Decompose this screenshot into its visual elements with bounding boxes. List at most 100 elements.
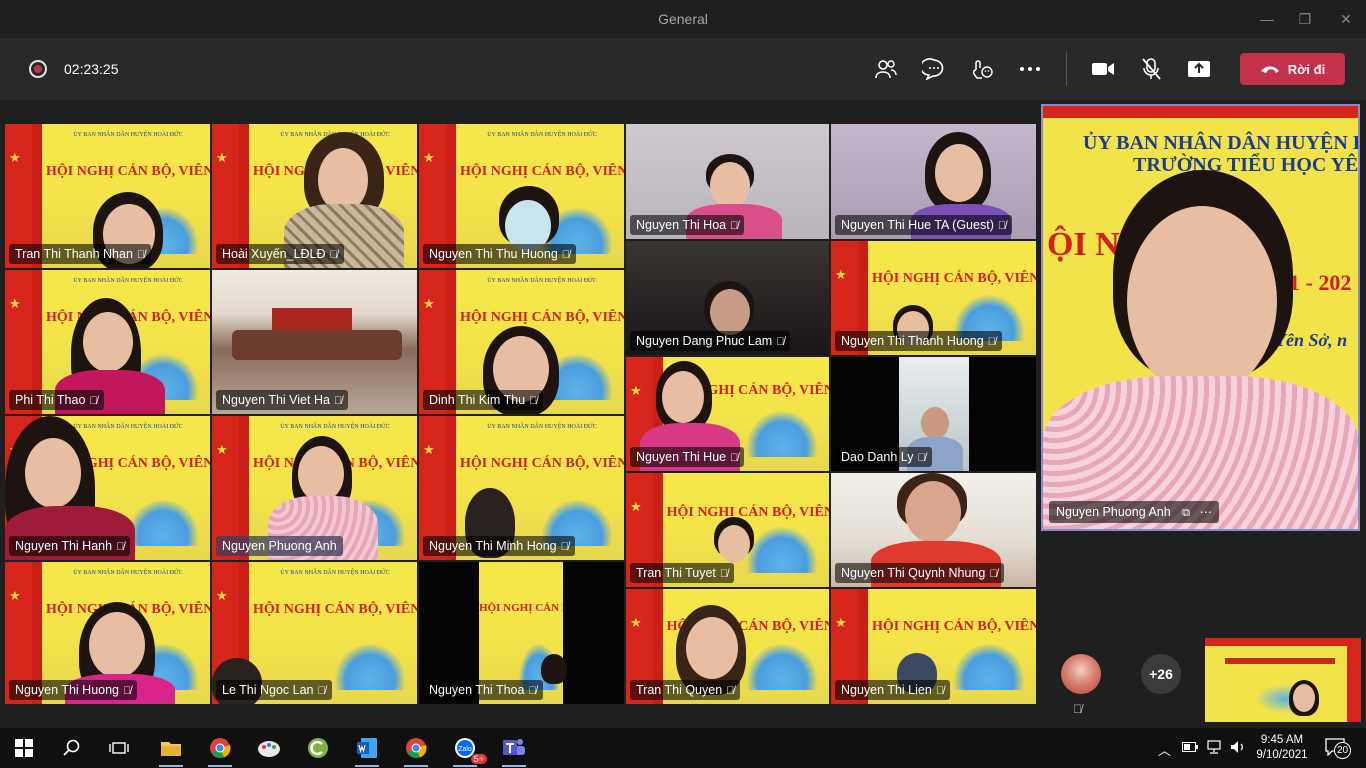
video-tile[interactable]: HỘI NGHỊ CÁN BỘ, VIÊN CHỨ Nguyen Thi Lie…	[831, 589, 1036, 704]
close-icon[interactable]: ✕	[1334, 8, 1358, 30]
participant-name: Tran Thi Thanh Nhan 🎙̸	[9, 244, 152, 264]
spotlight-video[interactable]: ỦY BAN NHÂN DÂN HUYỆN HO TRƯỜNG TIỂU HỌC…	[1041, 104, 1360, 531]
spotlight-banner-place: Yên Sở, n	[1275, 330, 1348, 350]
system-clock[interactable]: 9:45 AM 9/10/2021	[1253, 733, 1311, 763]
participant-name: Nguyen Thi Viet Ha 🎙̸	[216, 390, 349, 410]
mic-muted-icon: 🎙̸	[730, 452, 739, 464]
notification-count: 20	[1334, 742, 1351, 759]
banner-title: HỘI NGHỊ CÁN BỘ, VIÊN CHỨ	[666, 505, 829, 520]
teams-icon[interactable]	[500, 734, 528, 767]
video-tile[interactable]: HỘI NGHỊ CÁN BỘ, VIÊN CHỨ Tran Thi Quyen…	[626, 589, 829, 704]
paint-icon[interactable]	[255, 734, 283, 762]
video-tile[interactable]: Nguyen Dang Phuc Lam 🎙̸	[626, 241, 829, 355]
video-tile[interactable]: ỦY BAN NHÂN DÂN HUYỆN HOÀI ĐỨCHỘI NGHỊ C…	[419, 416, 624, 560]
chat-icon[interactable]	[920, 56, 948, 82]
camera-icon[interactable]	[1089, 56, 1117, 82]
participant-name: Dao Danh Ly 🎙̸	[835, 447, 932, 467]
mic-muted-icon: 🎙̸	[123, 685, 132, 697]
video-tile[interactable]: ỦY BAN NHÂN DÂN HUYỆN HOÀI ĐỨCHỘI NGHỊ C…	[212, 562, 417, 704]
spotlight-banner-line1: ỦY BAN NHÂN DÂN HUYỆN HO	[1083, 132, 1360, 154]
task-view-icon[interactable]	[105, 734, 133, 762]
banner-title: HỘI NGHỊ CÁN BỘ, VIÊN CHỨ	[460, 310, 624, 325]
chrome-icon[interactable]	[402, 734, 430, 767]
maximize-icon[interactable]: ❐	[1293, 8, 1317, 30]
participant-name: Nguyen Thi Lien 🎙̸	[835, 680, 951, 700]
video-tile[interactable]: HỘI NGHỊ CÁN BỘ, VIÊN CHỨ Nguyen Thi Hue…	[626, 357, 829, 471]
clock-time: 9:45 AM	[1260, 734, 1304, 746]
video-tile[interactable]: ỦY BAN NHÂN DÂN HUYỆN HOÀI ĐỨC HỘI NGHỊ C…	[419, 270, 624, 414]
participant-name: Nguyen Phuong Anh	[216, 536, 343, 556]
banner-header: ỦY BAN NHÂN DÂN HUYỆN HOÀI ĐỨC	[280, 570, 390, 576]
chrome-icon[interactable]	[206, 734, 234, 767]
volume-icon[interactable]	[1230, 740, 1246, 757]
video-tile[interactable]: HỘI NGHỊ CÁN BỘ, VIÊN CHỨ Tran Thi Tuyet…	[626, 473, 829, 587]
participant-name: Tran Thi Tuyet 🎙̸	[630, 563, 735, 583]
clock-date: 9/10/2021	[1256, 749, 1308, 761]
minimize-icon[interactable]: —	[1255, 8, 1279, 30]
mic-muted-icon: 🎙̸	[329, 249, 338, 261]
start-icon[interactable]	[10, 734, 38, 762]
ccleaner-icon[interactable]	[304, 734, 332, 762]
video-tile[interactable]: Nguyen Thi Viet Ha 🎙̸	[212, 270, 417, 414]
participant-name: Nguyen Thi Thu Huong 🎙̸	[423, 244, 577, 264]
reactions-icon[interactable]	[968, 56, 996, 82]
video-tile[interactable]: ỦY BAN NHÂN DÂN HUYỆN HOÀI ĐỨCHỘI NGHỊ C…	[212, 124, 417, 268]
leave-button[interactable]: Rời đi	[1240, 53, 1345, 85]
video-tile[interactable]: HỘI NGHỊ CÁN BỘ, VIÊN CHỨ Nguyen Thi Tho…	[419, 562, 624, 704]
mic-muted-icon: 🎙̸	[528, 685, 537, 697]
video-tile[interactable]: Nguyen Thi Quynh Nhung 🎙̸	[831, 473, 1036, 587]
participant-name: Nguyen Thi Quynh Nhung 🎙̸	[835, 563, 1004, 583]
more-participants-button[interactable]: +26	[1141, 654, 1181, 694]
avatar[interactable]	[1061, 654, 1101, 694]
participant-name: Nguyen Thi Hoa 🎙̸	[630, 215, 745, 235]
banner-header: ỦY BAN NHÂN DÂN HUYỆN HOÀI ĐỨC	[280, 424, 390, 430]
mic-muted-icon: 🎙̸	[333, 395, 343, 407]
video-gallery: ỦY BAN NHÂN DÂN HUYỆN HOÀI ĐỨC HỘI NGHỊ C…	[5, 124, 1036, 704]
share-screen-icon[interactable]	[1185, 56, 1213, 82]
banner-header: ỦY BAN NHÂN DÂN HUYỆN HOÀI ĐỨC	[487, 132, 597, 138]
mic-muted-icon: 🎙̸	[987, 336, 996, 348]
more-options-icon[interactable]: ⋯	[1200, 505, 1213, 519]
video-tile[interactable]: ỦY BAN NHÂN DÂN HUYỆN HOÀI ĐỨCHỘI NGHỊ C…	[212, 416, 417, 560]
file-explorer-icon[interactable]	[157, 734, 185, 767]
spotlight-name-tag: Nguyen Phuong Anh ⧉ ⋯	[1049, 501, 1220, 523]
participant-name: Dinh Thi Kim Thu 🎙̸	[423, 390, 544, 410]
video-tile[interactable]: ỦY BAN NHÂN DÂN HUYỆN HOÀI ĐỨCHỘI NGHỊ C…	[5, 416, 210, 560]
video-tile[interactable]: ỦY BAN NHÂN DÂN HUYỆN HOÀI ĐỨC HỘI NGHỊ C…	[419, 124, 624, 268]
mic-muted-icon: 🎙̸	[116, 541, 125, 553]
word-icon[interactable]	[353, 734, 381, 767]
video-tile[interactable]: Nguyen Thi Hoa 🎙̸	[626, 124, 829, 239]
hang-up-icon	[1260, 66, 1279, 73]
participant-name: Nguyen Thi Hue 🎙̸	[630, 447, 745, 467]
banner-header: ỦY BAN NHÂN DÂN HUYỆN HOÀI ĐỨC	[487, 278, 597, 284]
mic-muted-icon: 🎙̸	[529, 395, 538, 407]
microphone-muted-icon[interactable]	[1137, 56, 1165, 82]
banner-title: HỘI NGHỊ CÁN BỘ, VIÊN CHỨ	[460, 164, 624, 179]
mic-muted-icon: 🎙̸	[935, 685, 945, 697]
chevron-up-icon[interactable]: ︿	[1158, 740, 1171, 759]
participant-name: Tran Thi Quyen 🎙̸	[630, 680, 741, 700]
taskbar: Zalo 5+ ︿ 9:45 AM 9/10/2021 20	[0, 728, 1366, 768]
banner-title: HỘI NGHỊ CÁN BỘ, VIÊN CHỨ	[460, 456, 624, 471]
banner-header: ỦY BAN NHÂN DÂN HUYỆN HOÀI ĐỨC	[73, 570, 183, 576]
participant-name: Le Thi Ngoc Lan 🎙̸	[216, 680, 332, 700]
mic-muted-icon: 🎙̸	[917, 452, 926, 464]
video-tile[interactable]: Dao Danh Ly 🎙̸	[831, 357, 1036, 471]
video-tile[interactable]: ỦY BAN NHÂN DÂN HUYỆN HOÀI ĐỨCHỘI NGHỊ C…	[5, 270, 210, 414]
video-tile[interactable]: ỦY BAN NHÂN DÂN HUYỆN HOÀI ĐỨCHỘI NGHỊ C…	[5, 562, 210, 704]
more-actions-icon[interactable]	[1016, 56, 1044, 82]
participant-name: Nguyen Thi Thanh Huong 🎙̸	[835, 331, 1002, 351]
network-icon[interactable]	[1206, 740, 1224, 757]
video-tile[interactable]: Nguyen Thi Hue TA (Guest) 🎙̸	[831, 124, 1036, 239]
battery-icon[interactable]	[1182, 740, 1198, 755]
participants-icon[interactable]	[872, 56, 900, 82]
banner-title: HỘI NGHỊ CÁN BỘ, VIÊN CHỨ	[479, 602, 563, 614]
video-tile[interactable]: ỦY BAN NHÂN DÂN HUYỆN HOÀI ĐỨCHỘI NGHỊ C…	[5, 124, 210, 268]
video-tile[interactable]: HỘI NGHỊ CÁN BỘ, VIÊN CHỨ Nguyen Thi Tha…	[831, 241, 1036, 355]
self-view-video[interactable]	[1205, 638, 1361, 722]
zalo-icon[interactable]: Zalo 5+	[451, 734, 487, 767]
mic-muted-icon: 🎙̸	[726, 685, 735, 697]
search-icon[interactable]	[58, 734, 86, 762]
pinned-icon: ⧉	[1182, 507, 1191, 519]
toolbar-divider	[1066, 52, 1067, 86]
